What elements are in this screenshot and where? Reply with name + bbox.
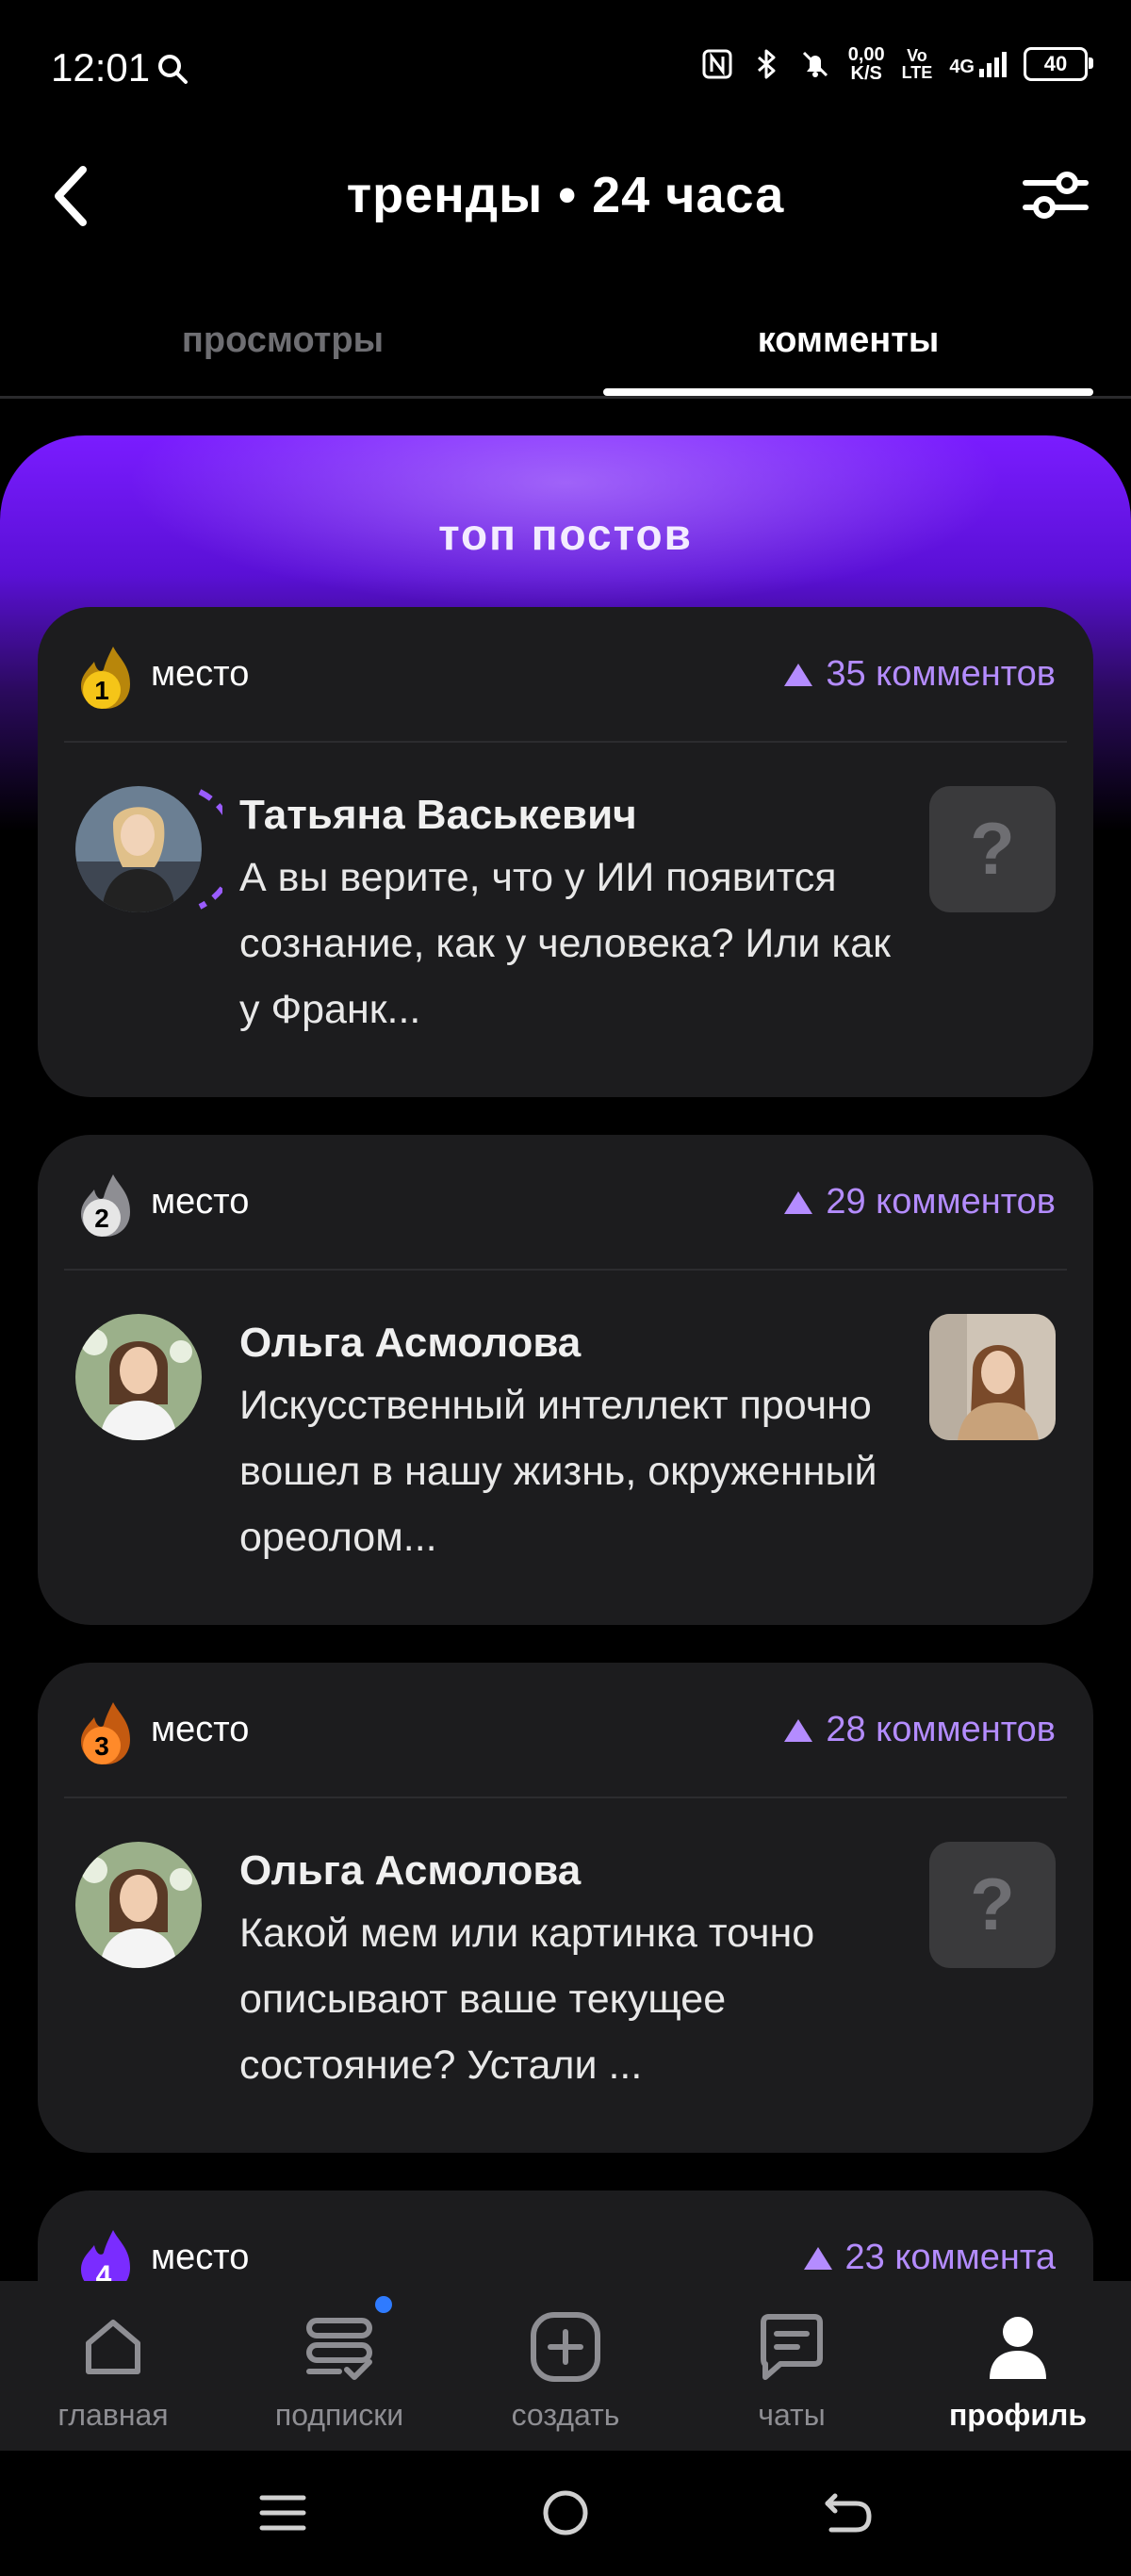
speed-value: 0,00 xyxy=(847,44,885,65)
nav-create-label: создать xyxy=(511,2398,620,2432)
battery-level: 40 xyxy=(1043,52,1068,75)
nav-chats-label: чаты xyxy=(758,2398,826,2432)
card-divider xyxy=(64,1269,1067,1271)
home-circle-icon[interactable] xyxy=(535,2483,596,2543)
tab-views[interactable]: просмотры xyxy=(0,320,566,361)
flame-rank-2-icon: 2 xyxy=(81,1174,130,1237)
nav-subscriptions[interactable]: подписки xyxy=(226,2281,452,2451)
comment-count-text: 35 комментов xyxy=(826,654,1056,694)
avatar[interactable] xyxy=(75,1314,202,1440)
card-header: 3 место 28 комментов xyxy=(38,1663,1093,1797)
comment-count-text: 29 комментов xyxy=(826,1182,1056,1222)
nav-profile-label: профиль xyxy=(948,2398,1088,2432)
tab-comments[interactable]: комменты xyxy=(566,320,1131,361)
rank-label: место xyxy=(151,654,250,694)
post-text[interactable]: А вы верите, что у ИИ появится сознание,… xyxy=(239,845,918,1042)
flame-rank-3-icon: 3 xyxy=(81,1702,130,1764)
triangle-up-icon xyxy=(803,2246,832,2270)
avatar-photo xyxy=(75,786,202,912)
bell-off-icon xyxy=(802,51,828,77)
avatar-photo xyxy=(75,1842,202,1968)
post-text[interactable]: Искусственный интеллект прочно вошел в н… xyxy=(239,1372,918,1570)
system-nav-bar xyxy=(0,2451,1131,2576)
post-card-3[interactable]: 3 место 28 комментов Ольга Асмолова Како… xyxy=(38,1663,1093,2153)
triangle-up-icon xyxy=(784,663,813,686)
rank-label: место xyxy=(151,2238,250,2277)
flame-rank-1-icon: 1 xyxy=(81,647,130,709)
status-icons: 0,00 K/S Vo LTE 4G 40 xyxy=(701,45,1093,83)
chevron-left-icon[interactable] xyxy=(38,158,104,234)
bottom-nav: главная подписки создать чаты профиль xyxy=(0,2281,1131,2451)
network-speed: 0,00 K/S xyxy=(848,45,885,83)
comment-count: 29 комментов xyxy=(784,1182,1056,1222)
nav-home-label: главная xyxy=(57,2398,169,2432)
tabs-divider xyxy=(0,396,1131,399)
post-photo xyxy=(929,1314,1056,1440)
nav-chats[interactable]: чаты xyxy=(679,2281,905,2451)
battery-indicator: 40 xyxy=(1024,47,1093,81)
post-thumbnail[interactable]: ? xyxy=(929,1842,1056,1968)
rank-label: место xyxy=(151,1182,250,1222)
rank-number: 2 xyxy=(94,1204,109,1233)
back-arrow-icon[interactable] xyxy=(818,2483,878,2543)
card-header: 2 место 29 комментов xyxy=(38,1135,1093,1269)
active-tab-indicator xyxy=(603,388,1093,396)
signal-indicator: 4G xyxy=(949,50,1007,78)
speed-unit: K/S xyxy=(850,63,882,84)
card-header: 1 место 35 комментов xyxy=(38,607,1093,741)
question-icon: ? xyxy=(970,812,1015,887)
rank-number: 3 xyxy=(94,1731,109,1761)
card-divider xyxy=(64,741,1067,743)
chat-icon xyxy=(761,2314,823,2380)
question-icon: ? xyxy=(970,1867,1015,1943)
author-name[interactable]: Ольга Асмолова xyxy=(239,1847,581,1895)
svg-text:?: ? xyxy=(970,812,1015,887)
story-ring xyxy=(198,789,222,910)
comment-count-text: 28 комментов xyxy=(826,1710,1056,1749)
post-thumbnail[interactable]: ? xyxy=(929,786,1056,912)
comment-count: 23 коммента xyxy=(803,2238,1057,2278)
signal-bars-icon xyxy=(979,52,1007,77)
svg-text:?: ? xyxy=(970,1867,1015,1943)
comment-count: 28 комментов xyxy=(784,1710,1056,1750)
comment-count-text: 23 коммента xyxy=(844,2238,1057,2277)
post-card-2[interactable]: 2 место 29 комментов Ольга Асмолова Иску… xyxy=(38,1135,1093,1625)
author-name[interactable]: Ольга Асмолова xyxy=(239,1320,581,1367)
avatar[interactable] xyxy=(75,1842,202,1968)
avatar[interactable] xyxy=(75,786,202,912)
nav-home[interactable]: главная xyxy=(0,2281,226,2451)
nav-profile[interactable]: профиль xyxy=(905,2281,1131,2451)
subscriptions-icon xyxy=(306,2318,372,2380)
hero-title: топ постов xyxy=(438,510,693,559)
post-card-1[interactable]: 1 место 35 комментов Татьяна Васькевич А… xyxy=(38,607,1093,1097)
sliders-icon[interactable] xyxy=(1018,162,1093,228)
nav-create[interactable]: создать xyxy=(452,2281,679,2451)
search-icon xyxy=(158,55,188,84)
post-text[interactable]: Какой мем или картинка точно описывают в… xyxy=(239,1900,918,2098)
volte-top: Vo xyxy=(907,46,927,65)
card-divider xyxy=(64,1797,1067,1798)
triangle-up-icon xyxy=(784,1190,813,1214)
post-thumbnail[interactable] xyxy=(929,1314,1056,1440)
profile-icon xyxy=(990,2317,1046,2379)
author-name[interactable]: Татьяна Васькевич xyxy=(239,792,637,839)
menu-icon[interactable] xyxy=(253,2483,313,2543)
network-type: 4G xyxy=(949,57,975,77)
nfc-icon xyxy=(702,49,732,79)
avatar-photo xyxy=(75,1314,202,1440)
page-title: тренды • 24 часа xyxy=(346,167,785,223)
nav-subscriptions-label: подписки xyxy=(274,2398,404,2432)
home-icon xyxy=(86,2320,140,2374)
triangle-up-icon xyxy=(784,1718,813,1742)
bluetooth-icon xyxy=(757,49,776,79)
rank-number: 1 xyxy=(94,676,109,705)
status-time: 12:01 xyxy=(51,45,151,90)
comment-count: 35 комментов xyxy=(784,654,1056,695)
rank-label: место xyxy=(151,1710,250,1749)
notification-dot xyxy=(375,2296,392,2313)
volte-indicator: Vo LTE xyxy=(902,47,933,81)
volte-bottom: LTE xyxy=(901,63,933,82)
plus-square-icon xyxy=(531,2312,600,2382)
